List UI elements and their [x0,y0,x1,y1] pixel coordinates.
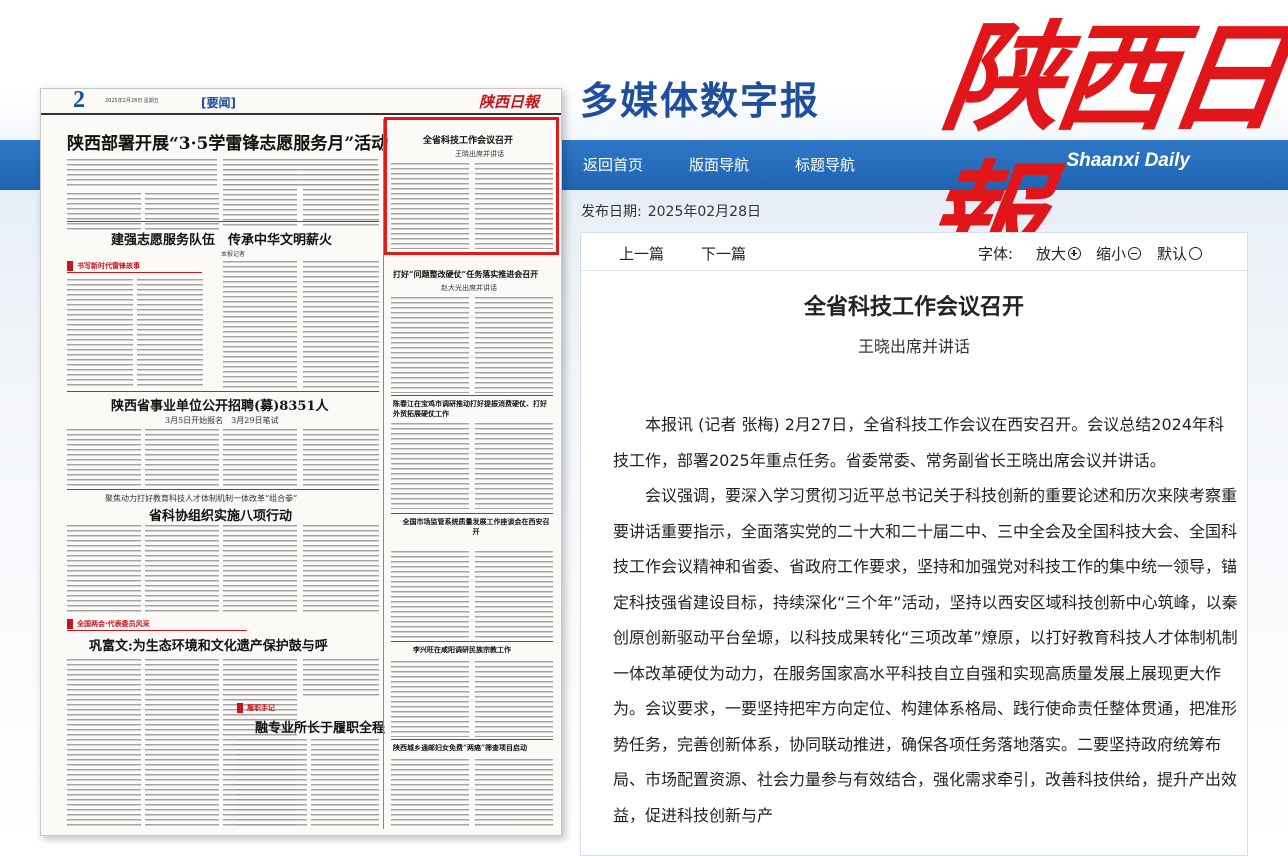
thumb-bar-label: 全国两会·代表委员风采 [77,620,150,628]
thumb-text-block [391,297,469,393]
thumb-headline[interactable]: 全国市场监管系统质量发展工作座谈会在西安召开 [401,517,551,537]
thumb-text-block [391,551,469,639]
thumb-byline: 本报记者 [221,251,246,258]
thumb-text-block [303,261,379,389]
thumb-rule [391,513,553,514]
thumb-text-block [303,659,379,699]
thumb-bar-marker [67,261,73,271]
thumb-rule [67,489,379,490]
zoom-out-label: 缩小 [1096,245,1127,263]
thumb-text-block [223,261,297,389]
thumb-page-number: 2 [73,88,85,113]
minus-circle-icon [1128,247,1142,260]
article-paragraph: 本报讯 (记者 张梅) 2月27日，全省科技工作会议在西安召开。会议总结2024… [613,415,1225,470]
nav-title-navigation[interactable]: 标题导航 [795,154,855,175]
publish-date: 发布日期: 2025年02月28日 [581,201,767,221]
article-panel: 上一篇 下一篇 字体: 放大 缩小 默认 全省科技工作会议召开 王晓出席并讲话 … [580,232,1248,856]
thumb-bar-label: 书写新时代雷锋故事 [77,262,140,270]
thumb-text-block [475,423,553,509]
thumb-text-block [391,759,469,829]
thumb-text-block [303,429,379,489]
thumb-rule [67,221,379,222]
next-article-link[interactable]: 下一篇 [701,243,746,264]
thumb-bar-marker [67,619,73,629]
thumb-rule [391,395,553,396]
thumb-bar-label: 履职手记 [247,704,275,712]
thumb-text-block [311,739,379,829]
publish-date-value: 2025年02月28日 [647,204,761,220]
thumb-text-block [391,423,469,509]
thumb-headline[interactable]: 建强志愿服务队伍 传承中华文明薪火 [111,229,332,248]
thumb-text-block [475,759,553,829]
nav-page-navigation[interactable]: 版面导航 [689,154,749,175]
publish-date-label: 发布日期: [581,204,642,220]
thumb-headline[interactable]: 融专业所长于履职全程 [255,717,385,736]
site-subtitle: 多媒体数字报 [580,78,821,123]
plus-circle-icon [1068,247,1082,260]
thumb-text-block [145,193,219,233]
thumb-text-block [475,297,553,393]
article-title: 全省科技工作会议召开 [803,295,1024,320]
article-subtitle: 王晓出席并讲话 [857,337,970,356]
thumb-logo: 陕西日報 [478,93,539,111]
thumb-kicker: 聚焦动力打好教育科技人才体制机制一体改革“组合拳” [105,494,298,503]
article-toolbar: 上一篇 下一篇 字体: 放大 缩小 默认 [581,233,1247,271]
font-size-label: 字体: [978,245,1014,263]
thumb-section: [要闻] [201,96,236,110]
thumb-headline[interactable]: 李兴旺在咸阳调研民族宗教工作 [413,645,511,655]
thumb-text-block [67,279,133,389]
thumb-text-block [145,659,219,829]
thumb-text-block [67,525,141,613]
thumb-text-block [223,429,297,489]
thumb-rule [67,391,379,392]
thumb-text-block [223,169,297,229]
thumb-subheadline: 赵大光出席并讲话 [441,284,497,292]
thumb-text-block [475,661,553,737]
thumb-rule [391,739,553,740]
thumb-subheadline: 3月5日开始报名 3月29日笔试 [165,416,279,425]
thumb-header: 2 2025年2月28日 星期五 [要闻] 陕西日報 [41,89,561,115]
circle-icon [1189,247,1203,260]
thumb-text-block [475,551,553,639]
thumb-rule [67,630,247,631]
previous-article-link[interactable]: 上一篇 [619,243,664,264]
thumb-text-block [303,525,379,613]
article-body: 本报讯 (记者 张梅) 2月27日，全省科技工作会议在西安召开。会议总结2024… [581,407,1247,833]
zoom-in-button[interactable]: 放大 [1036,243,1082,264]
thumb-text-block [67,159,217,189]
thumb-rule [67,272,202,273]
thumb-text-block [391,661,469,737]
thumb-headline[interactable]: 打好“问题整改硬仗”任务落实推进会召开 [393,269,538,280]
thumb-text-block [67,659,141,829]
zoom-in-label: 放大 [1036,245,1067,263]
current-article-highlight[interactable] [384,117,559,255]
thumb-text-block [137,279,203,389]
thumb-text-block [303,169,379,229]
main-nav: 返回首页 版面导航 标题导航 [583,154,855,175]
thumb-text-block [223,525,297,613]
thumb-rule [391,641,553,642]
thumb-headline[interactable]: 陕西省事业单位公开招聘(募)8351人 [111,395,328,414]
default-size-label: 默认 [1157,245,1188,263]
thumb-text-block [145,429,219,489]
default-size-button[interactable]: 默认 [1157,243,1203,264]
thumb-bar-marker [237,703,243,713]
nav-home[interactable]: 返回首页 [583,154,643,175]
thumb-text-block [67,429,141,489]
zoom-out-button[interactable]: 缩小 [1096,243,1142,264]
logo-english: Shaanxi Daily [1066,150,1190,171]
thumb-text-block [237,739,307,829]
thumb-text-block [145,525,219,613]
thumb-headline[interactable]: 巩富文:为生态环境和文化遗产保护鼓与呼 [89,635,328,654]
thumb-headline[interactable]: 陈春江在宝鸡市调研推动打好提振消费硬仗、打好外贸拓展硬仗工作 [393,399,553,419]
thumb-text-block [67,193,141,233]
thumb-headline[interactable]: 省科协组织实施八项行动 [149,505,292,524]
thumb-headline[interactable]: 陕西城乡通邮妇女免费“两癌”筛查项目启动 [393,743,527,753]
newspaper-page-thumbnail[interactable]: 2 2025年2月28日 星期五 [要闻] 陕西日報 陕西部署开展“3·5学雷锋… [40,88,562,836]
thumb-headline[interactable]: 陕西部署开展“3·5学雷锋志愿服务月”活动 [67,129,388,154]
article-paragraph: 会议强调，要深入学习贯彻习近平总书记关于科技创新的重要论述和历次来陕考察重要讲话… [613,486,1238,825]
thumb-meta: 2025年2月28日 星期五 [105,98,159,104]
shaanxi-daily-logo: 陕西日報 Shaanxi Daily [915,8,1288,287]
